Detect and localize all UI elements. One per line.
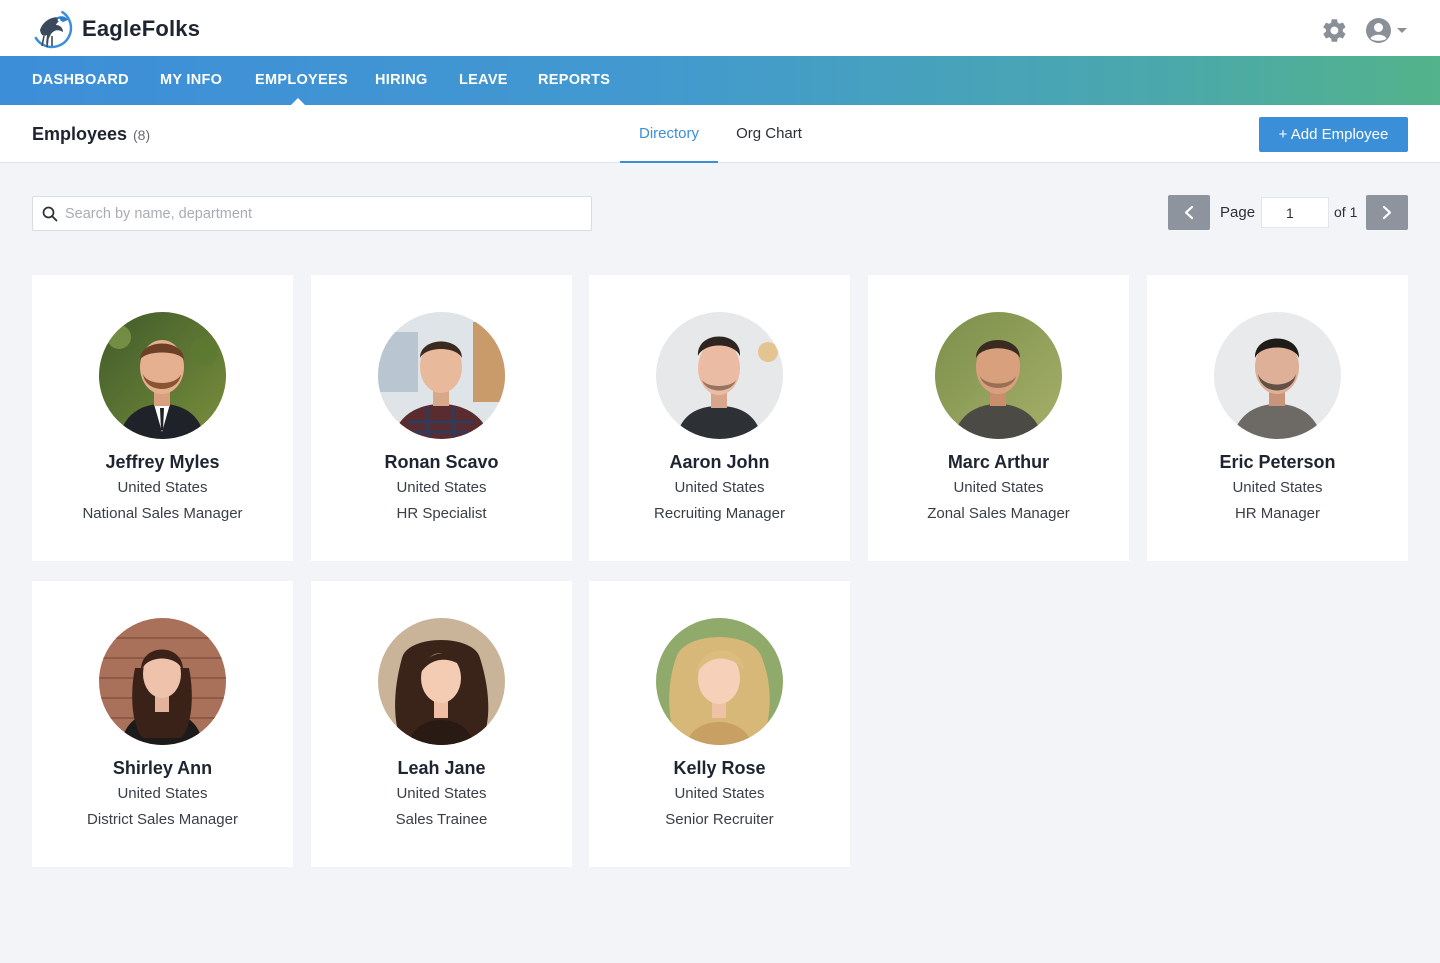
page-header: Employees (8) Directory Org Chart + Add … (0, 105, 1440, 163)
page-total-label: of 1 (1334, 204, 1358, 220)
search-icon (42, 206, 58, 222)
nav-item-leave[interactable]: LEAVE (459, 56, 508, 105)
next-page-button[interactable] (1366, 195, 1408, 230)
employee-card[interactable]: Aaron John United States Recruiting Mana… (589, 275, 850, 561)
employee-count: (8) (133, 127, 151, 143)
search-box (32, 196, 592, 231)
employee-name: Shirley Ann (112, 758, 213, 778)
employee-card[interactable]: Leah Jane United States Sales Trainee (311, 581, 572, 867)
employee-card[interactable]: Marc Arthur United States Zonal Sales Ma… (868, 275, 1129, 561)
search-input[interactable] (65, 197, 585, 230)
employee-role: National Sales Manager (82, 505, 243, 522)
employee-role: HR Manager (1234, 505, 1321, 522)
main-nav: DASHBOARD MY INFO EMPLOYEES HIRING LEAVE… (0, 56, 1440, 105)
avatar (656, 618, 783, 745)
employee-country: United States (396, 479, 487, 496)
avatar (656, 312, 783, 439)
employee-card[interactable]: Eric Peterson United States HR Manager (1147, 275, 1408, 561)
nav-item-hiring[interactable]: HIRING (375, 56, 428, 105)
employee-country: United States (1232, 479, 1323, 496)
user-menu-icon[interactable] (1365, 17, 1410, 44)
avatar (99, 618, 226, 745)
prev-page-button[interactable] (1168, 195, 1210, 230)
tab-org-chart[interactable]: Org Chart (726, 105, 812, 163)
employee-name: Ronan Scavo (384, 452, 499, 472)
employee-country: United States (396, 785, 487, 802)
employee-role: Sales Trainee (395, 811, 488, 828)
nav-item-reports[interactable]: REPORTS (538, 56, 610, 105)
employee-card[interactable]: Ronan Scavo United States HR Specialist (311, 275, 572, 561)
employee-name: Jeffrey Myles (105, 452, 220, 472)
employee-card[interactable]: Shirley Ann United States District Sales… (32, 581, 293, 867)
page-title: Employees (32, 124, 128, 144)
page-label: Page (1220, 204, 1256, 221)
employee-country: United States (117, 479, 208, 496)
employee-name: Aaron John (669, 452, 770, 472)
avatar (378, 618, 505, 745)
tab-directory[interactable]: Directory (620, 105, 718, 163)
chevron-left-icon (1184, 205, 1194, 220)
nav-item-my-info[interactable]: MY INFO (160, 56, 222, 105)
employee-role: Senior Recruiter (665, 811, 774, 828)
avatar (378, 312, 505, 439)
employee-role: Zonal Sales Manager (927, 505, 1070, 522)
employee-country: United States (674, 785, 765, 802)
employee-name: Eric Peterson (1219, 452, 1336, 472)
employee-country: United States (953, 479, 1044, 496)
employee-country: United States (674, 479, 765, 496)
employee-role: Recruiting Manager (654, 505, 785, 522)
employee-name: Kelly Rose (673, 758, 766, 778)
brand-name: EagleFolks (82, 16, 201, 41)
gear-icon[interactable] (1321, 17, 1348, 44)
employee-card[interactable]: Kelly Rose United States Senior Recruite… (589, 581, 850, 867)
employee-country: United States (117, 785, 208, 802)
active-nav-indicator (291, 98, 305, 105)
employee-role: District Sales Manager (87, 811, 238, 828)
eagle-logo-icon[interactable] (30, 6, 74, 50)
top-bar: EagleFolks (0, 0, 1440, 56)
nav-item-dashboard[interactable]: DASHBOARD (32, 56, 129, 105)
avatar (99, 312, 226, 439)
page-number-input[interactable] (1261, 197, 1329, 228)
employee-name: Leah Jane (397, 758, 486, 778)
employee-name: Marc Arthur (947, 452, 1050, 472)
avatar (935, 312, 1062, 439)
employee-card[interactable]: Jeffrey Myles United States National Sal… (32, 275, 293, 561)
chevron-right-icon (1382, 205, 1392, 220)
add-employee-button[interactable]: + Add Employee (1259, 117, 1408, 152)
avatar (1214, 312, 1341, 439)
employee-role: HR Specialist (396, 505, 487, 522)
